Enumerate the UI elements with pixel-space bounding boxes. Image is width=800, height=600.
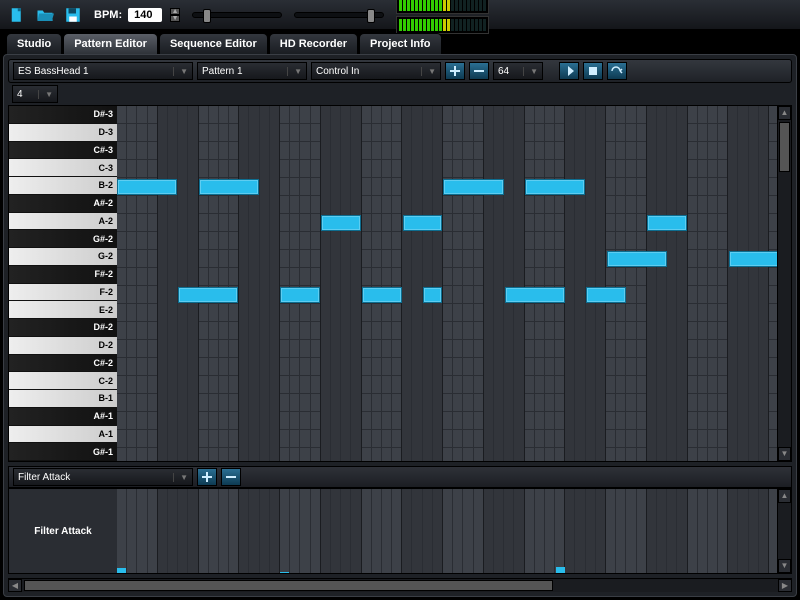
automation-node[interactable] [280, 572, 289, 573]
automation-remove-button[interactable] [221, 468, 241, 486]
note[interactable] [586, 287, 626, 303]
note[interactable] [729, 251, 777, 267]
tab-project-info[interactable]: Project Info [359, 33, 442, 54]
automation-param-label: Filter Attack [18, 472, 70, 483]
scroll-left-icon[interactable]: ◀ [8, 579, 22, 592]
pan-slider[interactable] [294, 12, 384, 18]
bpm-label: BPM: [94, 9, 122, 21]
piano-key[interactable]: D-3 [9, 124, 117, 142]
tab-pattern-editor[interactable]: Pattern Editor [63, 33, 158, 54]
scroll-up-icon[interactable]: ▲ [778, 106, 791, 120]
note[interactable] [403, 215, 443, 231]
open-file-icon[interactable] [34, 4, 56, 26]
play-button[interactable] [559, 62, 579, 80]
tab-sequence-editor[interactable]: Sequence Editor [159, 33, 268, 54]
note[interactable] [321, 215, 361, 231]
zoom-select[interactable]: 4▼ [12, 85, 58, 103]
loop-button[interactable] [607, 62, 627, 80]
piano-key[interactable]: A-1 [9, 426, 117, 444]
pattern-controls: ES BassHead 1▼ Pattern 1▼ Control In▼ 64… [8, 59, 792, 83]
piano-key[interactable]: G#-1 [9, 443, 117, 461]
automation-node[interactable] [117, 568, 126, 574]
bpm-stepper[interactable]: ▲▼ [170, 8, 180, 22]
stop-button[interactable] [583, 62, 603, 80]
zoom-strip: 4▼ [8, 83, 792, 105]
piano-key[interactable]: F#-2 [9, 266, 117, 284]
note[interactable] [647, 215, 687, 231]
piano-key[interactable]: A#-2 [9, 195, 117, 213]
note[interactable] [178, 287, 238, 303]
automation-scrollbar[interactable]: ▲ ▼ [777, 489, 791, 573]
automation-add-button[interactable] [197, 468, 217, 486]
automation-lane: Filter Attack ▲ ▼ [8, 488, 792, 574]
automation-grid[interactable] [117, 489, 777, 573]
vertical-scrollbar[interactable]: ▲ ▼ [777, 106, 791, 461]
piano-key[interactable]: D#-3 [9, 106, 117, 124]
automation-node[interactable] [556, 567, 565, 574]
note[interactable] [525, 179, 585, 195]
scroll-down-icon[interactable]: ▼ [778, 559, 791, 573]
note[interactable] [607, 251, 667, 267]
note[interactable] [362, 287, 402, 303]
piano-key[interactable]: G#-2 [9, 230, 117, 248]
scroll-down-icon[interactable]: ▼ [778, 447, 791, 461]
save-file-icon[interactable] [62, 4, 84, 26]
piano-key[interactable]: C-3 [9, 159, 117, 177]
automation-param-select[interactable]: Filter Attack▼ [13, 468, 193, 486]
note[interactable] [423, 287, 442, 303]
automation-controls: Filter Attack▼ [8, 466, 792, 488]
zoom-label: 4 [17, 89, 23, 100]
control-label: Control In [316, 66, 359, 77]
instrument-select[interactable]: ES BassHead 1▼ [13, 62, 193, 80]
steps-label: 64 [498, 66, 509, 77]
pattern-editor-panel: ES BassHead 1▼ Pattern 1▼ Control In▼ 64… [3, 54, 797, 597]
scroll-up-icon[interactable]: ▲ [778, 489, 791, 503]
piano-key[interactable]: D-2 [9, 337, 117, 355]
note[interactable] [199, 179, 259, 195]
piano-key[interactable]: C-2 [9, 372, 117, 390]
tab-hd-recorder[interactable]: HD Recorder [269, 33, 358, 54]
piano-key[interactable]: C#-3 [9, 142, 117, 160]
note-grid[interactable] [117, 106, 777, 461]
top-toolbar: BPM: 140 ▲▼ [0, 0, 800, 30]
pattern-label: Pattern 1 [202, 66, 243, 77]
piano-key[interactable]: C#-2 [9, 355, 117, 373]
remove-button[interactable] [469, 62, 489, 80]
automation-lane-label: Filter Attack [9, 489, 117, 573]
volume-slider[interactable] [192, 12, 282, 18]
tab-bar: StudioPattern EditorSequence EditorHD Re… [0, 30, 800, 54]
piano-key[interactable]: D#-2 [9, 319, 117, 337]
piano-key[interactable]: F-2 [9, 284, 117, 302]
note[interactable] [280, 287, 320, 303]
vu-meter [390, 0, 489, 34]
piano-key[interactable]: G-2 [9, 248, 117, 266]
instrument-label: ES BassHead 1 [18, 66, 89, 77]
pattern-select[interactable]: Pattern 1▼ [197, 62, 307, 80]
note[interactable] [443, 179, 503, 195]
add-button[interactable] [445, 62, 465, 80]
steps-select[interactable]: 64▼ [493, 62, 543, 80]
note[interactable] [505, 287, 565, 303]
piano-key[interactable]: E-2 [9, 301, 117, 319]
piano-roll: D#-3D-3C#-3C-3B-2A#-2A-2G#-2G-2F#-2F-2E-… [8, 105, 792, 462]
horizontal-scrollbar[interactable]: ◀ ▶ [8, 578, 792, 592]
piano-keys[interactable]: D#-3D-3C#-3C-3B-2A#-2A-2G#-2G-2F#-2F-2E-… [9, 106, 117, 461]
piano-key[interactable]: A-2 [9, 213, 117, 231]
new-file-icon[interactable] [6, 4, 28, 26]
piano-key[interactable]: A#-1 [9, 408, 117, 426]
piano-key[interactable]: B-1 [9, 390, 117, 408]
bpm-value[interactable]: 140 [128, 8, 162, 22]
piano-key[interactable]: B-2 [9, 177, 117, 195]
note[interactable] [117, 179, 177, 195]
control-select[interactable]: Control In▼ [311, 62, 441, 80]
scroll-right-icon[interactable]: ▶ [778, 579, 792, 592]
tab-studio[interactable]: Studio [6, 33, 62, 54]
